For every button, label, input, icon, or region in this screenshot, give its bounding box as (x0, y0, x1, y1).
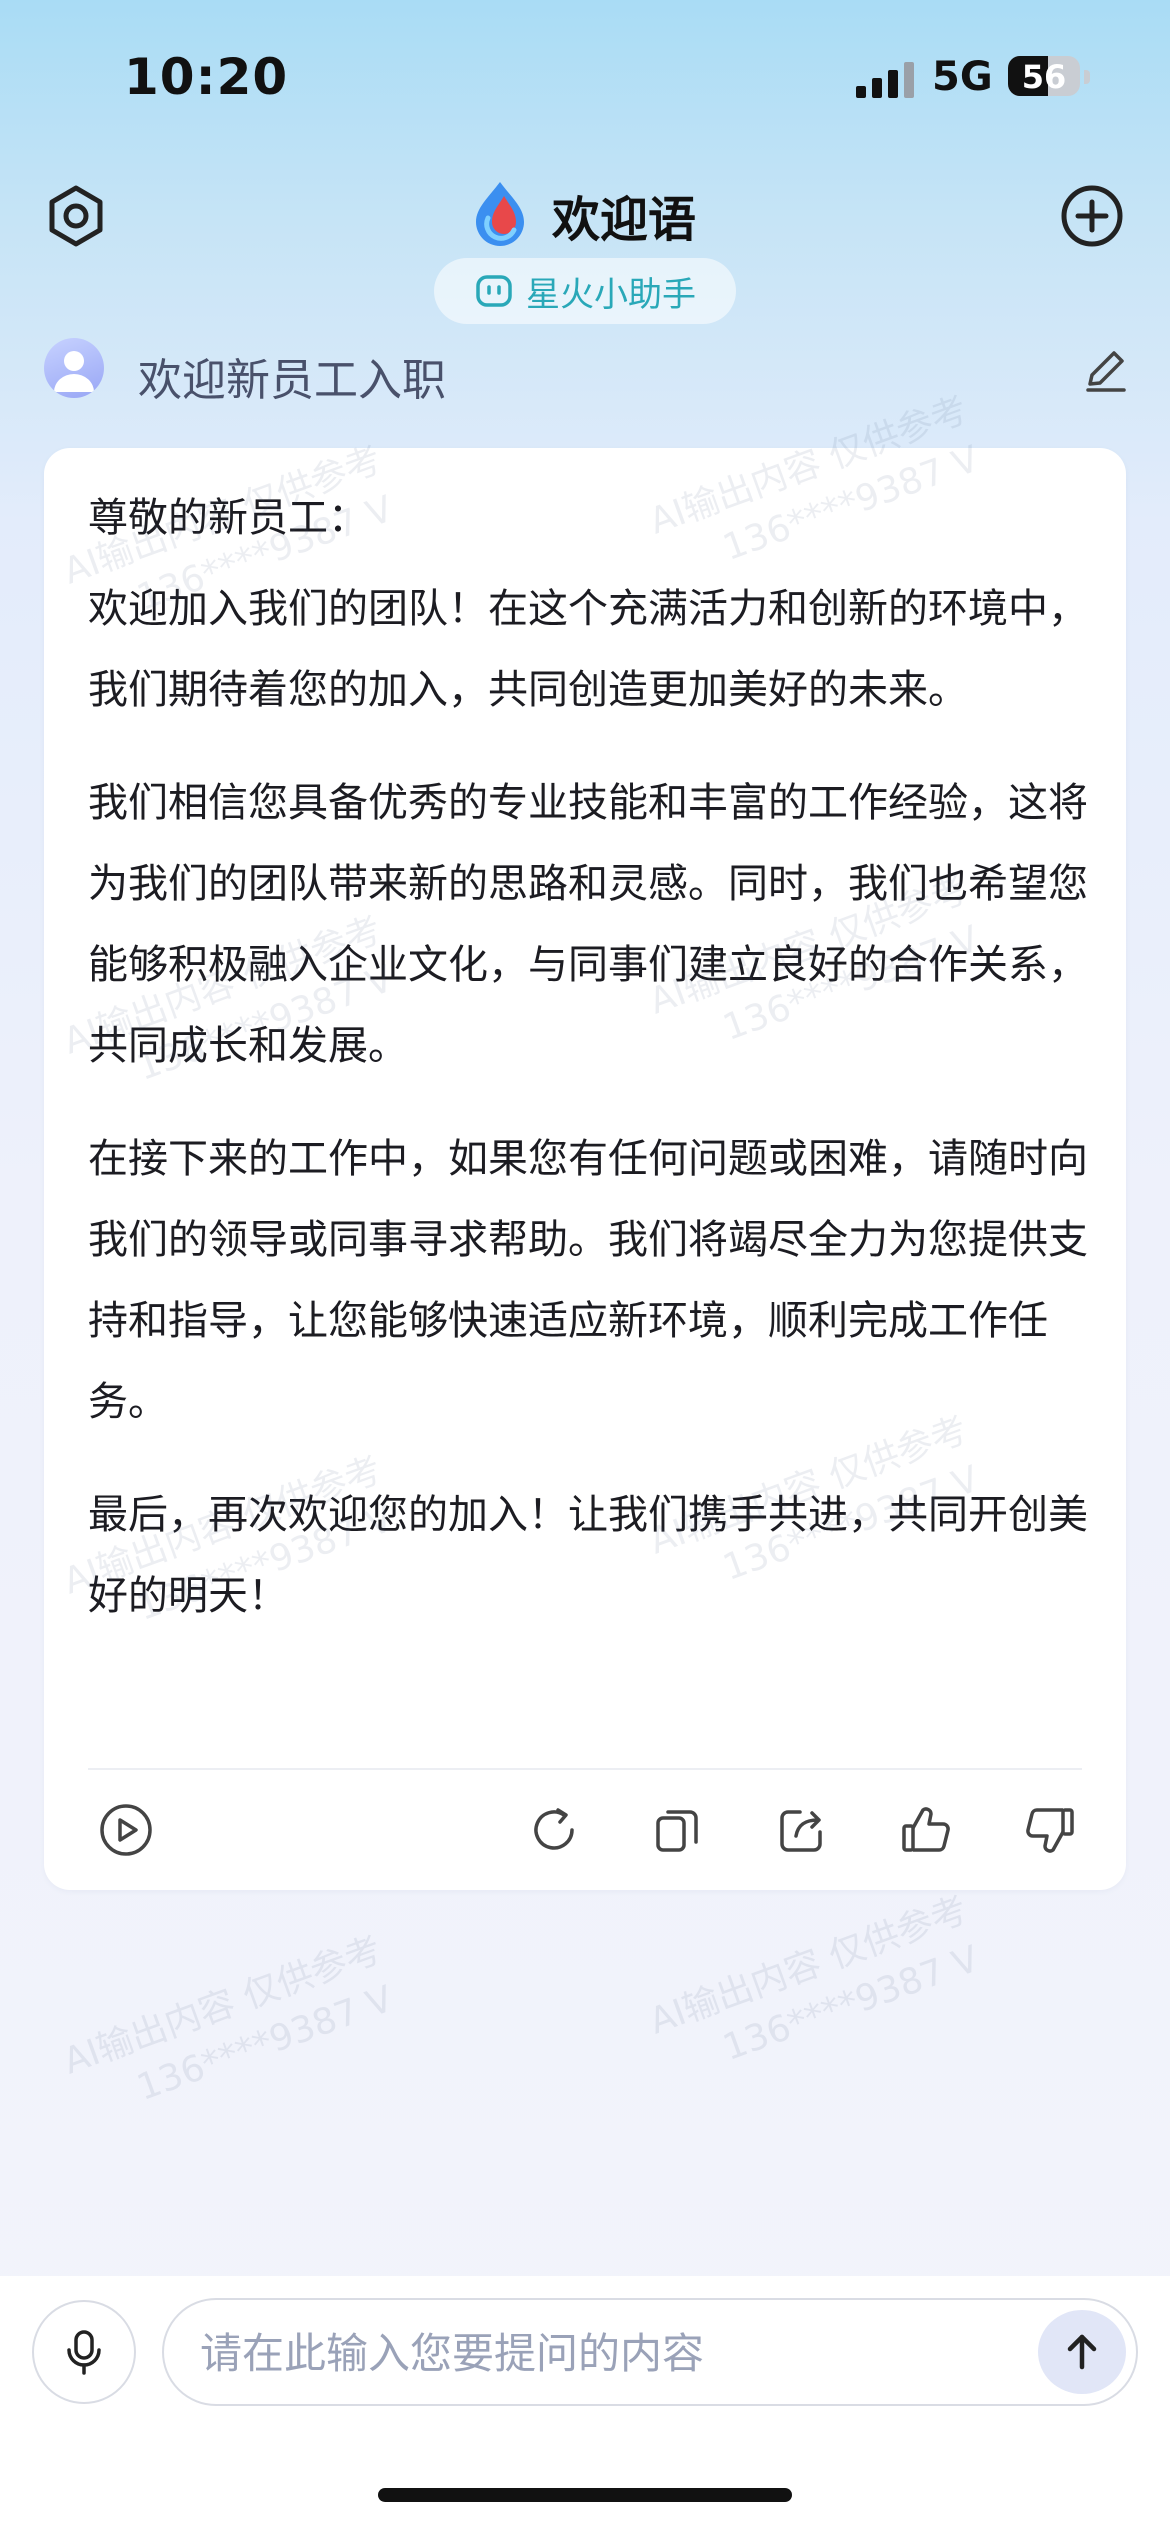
watermark: AI输出内容 仅供参考136****9387 V (644, 1889, 985, 2070)
edit-topic-button[interactable] (1080, 344, 1132, 396)
watermark: AI输出内容 仅供参考136****9387 V (58, 1929, 399, 2110)
battery-icon: 56 (1008, 56, 1080, 96)
assistant-selector[interactable]: 星火小助手 (434, 258, 736, 324)
user-avatar (44, 338, 104, 398)
assistant-label: 星火小助手 (526, 274, 696, 315)
home-indicator[interactable] (378, 2488, 792, 2502)
plus-circle-icon (1061, 185, 1123, 247)
network-type: 5G (932, 54, 993, 100)
question-input-container (162, 2298, 1138, 2406)
pencil-icon (1086, 351, 1126, 392)
like-button[interactable] (894, 1798, 958, 1862)
new-chat-button[interactable] (1056, 180, 1128, 252)
share-button[interactable] (770, 1798, 834, 1862)
spark-logo-icon (470, 178, 530, 248)
send-button[interactable] (1038, 2310, 1126, 2394)
copy-icon (656, 1810, 698, 1852)
copy-button[interactable] (646, 1798, 710, 1862)
thumbs-up-icon (902, 1807, 950, 1852)
status-time: 10:20 (124, 48, 289, 106)
question-input[interactable] (198, 2310, 982, 2396)
play-icon (100, 1804, 152, 1856)
regenerate-button[interactable] (522, 1798, 586, 1862)
cellular-signal-icon (856, 62, 916, 98)
answer-content: 尊敬的新员工： 欢迎加入我们的团队！在这个充满活力和创新的环境中，我们期待着您的… (88, 478, 1098, 1669)
robot-face-icon (476, 275, 512, 307)
play-audio-button[interactable] (94, 1798, 158, 1862)
regenerate-icon (534, 1808, 574, 1850)
answer-paragraph: 欢迎加入我们的团队！在这个充满活力和创新的环境中，我们期待着您的加入，共同创造更… (88, 586, 1088, 713)
share-icon (780, 1810, 822, 1852)
arrow-up-icon (1067, 2334, 1097, 2370)
microphone-icon (67, 2330, 101, 2375)
page-title: 欢迎语 (552, 192, 697, 248)
battery-tip (1084, 70, 1090, 84)
settings-button[interactable] (40, 180, 112, 252)
battery-level: 56 (1021, 58, 1067, 96)
settings-hex-icon (49, 185, 103, 247)
dislike-button[interactable] (1018, 1798, 1082, 1862)
answer-card: 尊敬的新员工： 欢迎加入我们的团队！在这个充满活力和创新的环境中，我们期待着您的… (44, 448, 1126, 1890)
thumbs-down-icon (1026, 1808, 1074, 1853)
conversation-topic: 欢迎新员工入职 (138, 355, 446, 406)
answer-paragraph: 最后，再次欢迎您的加入！让我们携手共进，共同开创美好的明天！ (88, 1492, 1088, 1619)
answer-paragraph: 在接下来的工作中，如果您有任何问题或困难，请随时向我们的领导或同事寻求帮助。我们… (88, 1136, 1088, 1425)
card-divider (88, 1768, 1082, 1770)
answer-greeting: 尊敬的新员工： (88, 495, 368, 541)
voice-input-button[interactable] (32, 2300, 136, 2404)
answer-paragraph: 我们相信您具备优秀的专业技能和丰富的工作经验，这将为我们的团队带来新的思路和灵感… (88, 780, 1088, 1069)
